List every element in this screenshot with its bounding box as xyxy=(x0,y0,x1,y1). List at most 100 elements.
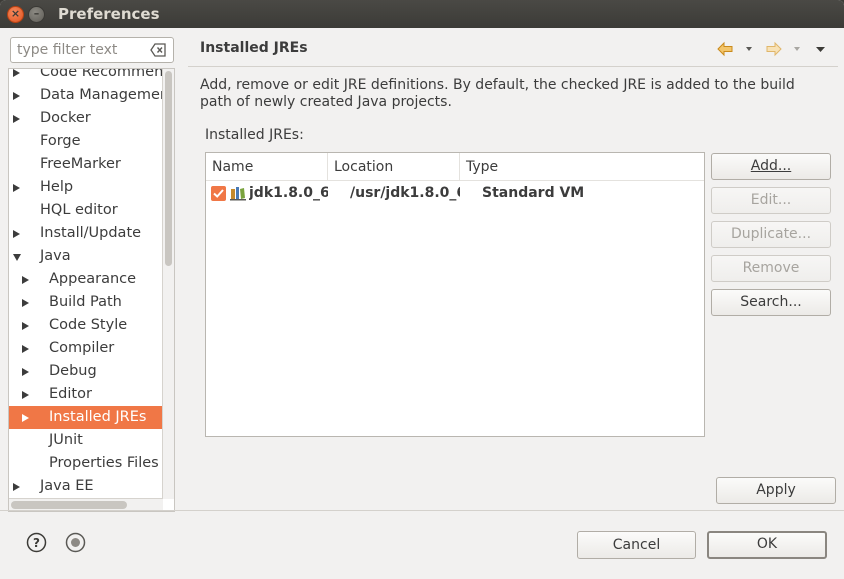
table-row[interactable]: jdk1.8.0_65 /usr/jdk1.8.0_65 Standard VM xyxy=(206,181,704,206)
tree-item-label: Compiler xyxy=(49,340,115,356)
collapsed-arrow-icon[interactable] xyxy=(13,184,20,192)
collapsed-arrow-icon[interactable] xyxy=(22,368,29,376)
tree-item-label: Java EE xyxy=(40,478,94,494)
collapsed-arrow-icon[interactable] xyxy=(13,230,20,238)
tree-item-label: Docker xyxy=(40,110,91,126)
tree-item-label: Install/Update xyxy=(40,225,142,241)
svg-text:?: ? xyxy=(33,536,40,550)
checkmark-icon xyxy=(213,189,224,198)
tree-list: Code Recommend Data Management Docker Forge… xyxy=(9,69,174,498)
tree-item[interactable]: Installed JREs xyxy=(9,406,163,429)
tree-item[interactable]: Install/Update xyxy=(9,222,163,245)
tree-item[interactable]: Code Style xyxy=(9,314,163,337)
view-menu-icon[interactable] xyxy=(815,46,826,53)
tree-item-label: Forge xyxy=(40,133,81,149)
close-window-button[interactable]: × xyxy=(7,6,24,23)
scrollbar-thumb[interactable] xyxy=(165,71,172,266)
tree-item[interactable]: Java EE xyxy=(9,475,163,498)
forward-arrow-icon[interactable] xyxy=(765,40,783,58)
import-export-icon[interactable] xyxy=(65,532,86,553)
duplicate-button[interactable]: Duplicate... xyxy=(711,221,831,248)
jre-name-cell: jdk1.8.0_65 xyxy=(249,185,328,201)
page-navigation xyxy=(716,40,834,60)
tree-item[interactable]: Properties Files E xyxy=(9,452,172,475)
tree-item[interactable]: JUnit xyxy=(9,429,163,452)
scrollbar-thumb[interactable] xyxy=(11,501,127,509)
jre-location-cell: /usr/jdk1.8.0_65 xyxy=(350,185,460,201)
apply-button[interactable]: Apply xyxy=(716,477,836,504)
collapsed-arrow-icon[interactable] xyxy=(22,299,29,307)
tree-item-label: Appearance xyxy=(49,271,137,287)
column-header-name[interactable]: Name xyxy=(206,153,328,181)
tree-item[interactable]: Data Management xyxy=(9,84,174,107)
tree-item-label: Code Style xyxy=(49,317,128,333)
column-header-type[interactable]: Type xyxy=(460,153,704,181)
installed-jres-table: Name Location Type jdk1.8.0_65 /usr/jdk1… xyxy=(205,152,705,437)
tree-item[interactable]: Debug xyxy=(9,360,163,383)
collapsed-arrow-icon[interactable] xyxy=(13,69,20,77)
jre-default-checkbox[interactable] xyxy=(211,186,226,201)
tree-item-label: JUnit xyxy=(49,432,83,448)
ok-button[interactable]: OK xyxy=(707,531,827,559)
tree-item-label: Debug xyxy=(49,363,97,379)
page-description: Add, remove or edit JRE definitions. By … xyxy=(200,77,795,110)
tree-item[interactable]: HQL editor xyxy=(9,199,163,222)
footer-separator xyxy=(0,510,844,511)
preferences-tree: Code Recommend Data Management Docker Forge… xyxy=(8,68,175,512)
minimize-icon: – xyxy=(33,7,40,20)
column-header-location[interactable]: Location xyxy=(328,153,460,181)
add-button-label: Add... xyxy=(750,158,792,174)
collapsed-arrow-icon[interactable] xyxy=(22,276,29,284)
tree-item-label: Editor xyxy=(49,386,92,402)
tree-item-label: Data Management xyxy=(40,87,175,103)
tree-item-label: Installed JREs xyxy=(49,409,147,425)
tree-item[interactable]: Forge xyxy=(9,130,163,153)
tree-item-label: Properties Files E xyxy=(49,455,173,471)
collapsed-arrow-icon[interactable] xyxy=(13,92,20,100)
filter-box xyxy=(10,37,174,63)
tree-item[interactable]: Appearance xyxy=(9,268,163,291)
back-history-dropdown-icon[interactable] xyxy=(745,46,753,52)
tree-item[interactable]: Docker xyxy=(9,107,163,130)
header-separator xyxy=(188,66,838,67)
tree-item[interactable]: Help xyxy=(9,176,163,199)
tree-item-label: HQL editor xyxy=(40,202,118,218)
collapsed-arrow-icon[interactable] xyxy=(13,483,20,491)
forward-history-dropdown-icon[interactable] xyxy=(793,46,801,52)
collapsed-arrow-icon[interactable] xyxy=(22,322,29,330)
tree-item-label: Build Path xyxy=(49,294,122,310)
filter-input[interactable] xyxy=(17,41,142,59)
remove-button[interactable]: Remove xyxy=(711,255,831,282)
tree-item[interactable]: Java xyxy=(9,245,163,268)
tree-item[interactable]: Build Path xyxy=(9,291,163,314)
collapsed-arrow-icon[interactable] xyxy=(22,391,29,399)
edit-button[interactable]: Edit... xyxy=(711,187,831,214)
title-bar: × – Preferences xyxy=(0,0,844,28)
collapsed-arrow-icon[interactable] xyxy=(13,115,20,123)
tree-item-label: Java xyxy=(40,248,71,264)
collapsed-arrow-icon[interactable] xyxy=(22,414,29,422)
search-button[interactable]: Search... xyxy=(711,289,831,316)
installed-jres-label: Installed JREs: xyxy=(205,127,304,143)
close-icon: × xyxy=(10,7,21,20)
add-button[interactable]: Add... xyxy=(711,153,831,180)
preferences-dialog: × – Preferences Code Recommend Data Manag… xyxy=(0,0,844,579)
collapsed-arrow-icon[interactable] xyxy=(22,345,29,353)
tree-item[interactable]: Code Recommend xyxy=(9,69,172,84)
tree-item-label: Code Recommend xyxy=(40,68,173,80)
tree-item[interactable]: Compiler xyxy=(9,337,163,360)
cancel-button[interactable]: Cancel xyxy=(577,531,696,559)
tree-item-label: Help xyxy=(40,179,74,195)
help-icon[interactable]: ? xyxy=(26,532,47,553)
jre-type-cell: Standard VM xyxy=(482,185,585,201)
tree-item[interactable]: FreeMarker xyxy=(9,153,163,176)
table-header: Name Location Type xyxy=(206,153,704,181)
expanded-arrow-icon[interactable] xyxy=(13,254,21,261)
page-title: Installed JREs xyxy=(200,40,308,56)
jre-library-icon xyxy=(230,187,246,201)
minimize-window-button[interactable]: – xyxy=(28,6,45,23)
clear-filter-icon[interactable] xyxy=(150,43,166,57)
tree-item[interactable]: Editor xyxy=(9,383,163,406)
tree-vertical-scrollbar[interactable] xyxy=(162,69,174,499)
back-arrow-icon[interactable] xyxy=(716,40,734,58)
